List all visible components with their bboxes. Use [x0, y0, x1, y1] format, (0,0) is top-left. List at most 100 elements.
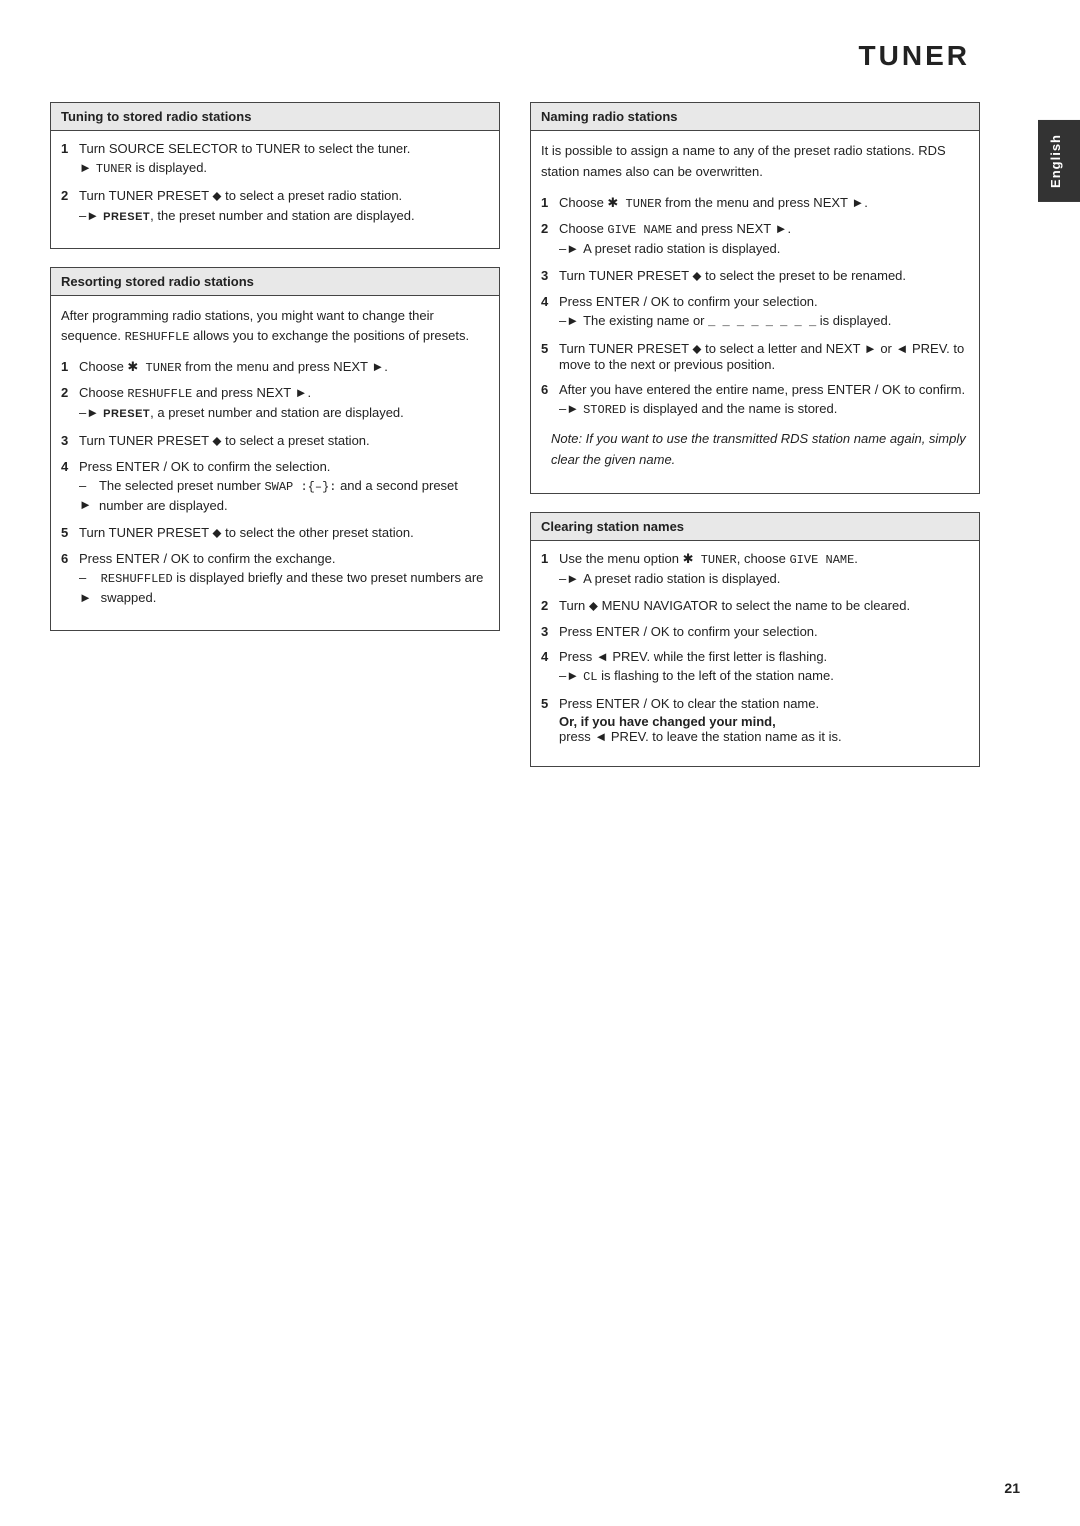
step-text: Choose RESHUFFLE and press NEXT ►. — [79, 385, 311, 400]
step-4-name: 4 Press ENTER / OK to confirm your selec… — [541, 294, 969, 331]
section-naming: Naming radio stations It is possible to … — [530, 102, 980, 494]
extra-line: press ◄ PREV. to leave the station name … — [559, 729, 969, 744]
step-result: –► The selected preset number SWAP :{–}:… — [79, 476, 489, 516]
step-num: 5 — [541, 696, 559, 711]
step-2-name: 2 Choose GIVE NAME and press NEXT ►. –► … — [541, 221, 969, 259]
step-text: Use the menu option ✱ TUNER, choose GIVE… — [559, 551, 858, 566]
step-num: 2 — [541, 598, 559, 613]
step-2-clear: 2 Turn ⬥ MENU NAVIGATOR to select the na… — [541, 598, 969, 614]
step-5-resort: 5 Turn TUNER PRESET ⬥ to select the othe… — [61, 525, 489, 541]
section-clearing: Clearing station names 1 Use the menu op… — [530, 512, 980, 768]
section-naming-content: It is possible to assign a name to any o… — [531, 131, 979, 493]
step-result: –► PRESET, a preset number and station a… — [79, 403, 489, 423]
step-result: –► PRESET, the preset number and station… — [79, 206, 489, 226]
step-content: Press ◄ PREV. while the first letter is … — [559, 649, 969, 686]
or-line: Or, if you have changed your mind, — [559, 714, 969, 729]
section-resorting-header: Resorting stored radio stations — [51, 268, 499, 296]
step-2-resort: 2 Choose RESHUFFLE and press NEXT ►. –► … — [61, 385, 489, 423]
step-num: 4 — [61, 459, 79, 474]
step-content: Turn TUNER PRESET ⬥ to select the other … — [79, 525, 489, 541]
step-content: Turn ⬥ MENU NAVIGATOR to select the name… — [559, 598, 969, 614]
page-number: 21 — [1004, 1480, 1020, 1496]
section-tuning-header: Tuning to stored radio stations — [51, 103, 499, 131]
step-num: 5 — [61, 525, 79, 540]
step-text: Turn TUNER PRESET ⬥ to select a letter a… — [559, 341, 964, 372]
step-1-tune: 1 Turn SOURCE SELECTOR to TUNER to selec… — [61, 141, 489, 178]
step-text: After you have entered the entire name, … — [559, 382, 965, 397]
step-content: Press ENTER / OK to confirm the exchange… — [79, 551, 489, 608]
step-1-clear: 1 Use the menu option ✱ TUNER, choose GI… — [541, 551, 969, 589]
step-content: Use the menu option ✱ TUNER, choose GIVE… — [559, 551, 969, 589]
step-4-resort: 4 Press ENTER / OK to confirm the select… — [61, 459, 489, 516]
step-content: Choose RESHUFFLE and press NEXT ►. –► PR… — [79, 385, 489, 423]
step-text: Turn TUNER PRESET ⬥ to select the other … — [79, 525, 414, 540]
step-result: –► CL is flashing to the left of the sta… — [559, 666, 969, 686]
step-content: Press ENTER / OK to confirm the selectio… — [79, 459, 489, 516]
step-content: Press ENTER / OK to confirm your selecti… — [559, 294, 969, 331]
step-num: 5 — [541, 341, 559, 356]
naming-note: Note: If you want to use the transmitted… — [551, 429, 969, 471]
step-content: Press ENTER / OK to clear the station na… — [559, 696, 969, 744]
step-content: Turn SOURCE SELECTOR to TUNER to select … — [79, 141, 489, 178]
step-text: Press ENTER / OK to confirm your selecti… — [559, 294, 818, 309]
step-text: Press ENTER / OK to clear the station na… — [559, 696, 819, 711]
side-tab: English — [1038, 120, 1080, 202]
step-num: 2 — [541, 221, 559, 236]
step-2-tune: 2 Turn TUNER PRESET ⬥ to select a preset… — [61, 188, 489, 226]
step-text: Press ENTER / OK to confirm your selecti… — [559, 624, 818, 639]
step-content: After you have entered the entire name, … — [559, 382, 969, 419]
step-num: 4 — [541, 649, 559, 664]
step-1-name: 1 Choose ✱ TUNER from the menu and press… — [541, 195, 969, 211]
step-6-resort: 6 Press ENTER / OK to confirm the exchan… — [61, 551, 489, 608]
step-num: 1 — [61, 141, 79, 156]
step-num: 1 — [61, 359, 79, 374]
step-6-name: 6 After you have entered the entire name… — [541, 382, 969, 419]
step-text: Press ENTER / OK to confirm the exchange… — [79, 551, 336, 566]
step-content: Press ENTER / OK to confirm your selecti… — [559, 624, 969, 639]
step-3-name: 3 Turn TUNER PRESET ⬥ to select the pres… — [541, 268, 969, 284]
step-text: Turn TUNER PRESET ⬥ to select a preset s… — [79, 433, 370, 448]
section-tuning-content: 1 Turn SOURCE SELECTOR to TUNER to selec… — [51, 131, 499, 248]
step-num: 3 — [61, 433, 79, 448]
or-bold: Or, if you have changed your mind, — [559, 714, 776, 729]
step-content: Turn TUNER PRESET ⬥ to select the preset… — [559, 268, 969, 284]
step-content: Choose ✱ TUNER from the menu and press N… — [79, 359, 489, 375]
right-column: Naming radio stations It is possible to … — [530, 102, 980, 785]
step-num: 6 — [541, 382, 559, 397]
step-text: Turn TUNER PRESET ⬥ to select a preset r… — [79, 188, 402, 203]
step-result: –► STORED is displayed and the name is s… — [559, 399, 969, 419]
step-content: Turn TUNER PRESET ⬥ to select a preset r… — [79, 188, 489, 226]
left-column: Tuning to stored radio stations 1 Turn S… — [50, 102, 500, 785]
content-columns: Tuning to stored radio stations 1 Turn S… — [50, 102, 1030, 785]
step-num: 3 — [541, 268, 559, 283]
section-clearing-header: Clearing station names — [531, 513, 979, 541]
section-resorting: Resorting stored radio stations After pr… — [50, 267, 500, 631]
step-num: 4 — [541, 294, 559, 309]
page: TUNER English Tuning to stored radio sta… — [0, 0, 1080, 1526]
step-num: 2 — [61, 385, 79, 400]
step-text: Press ◄ PREV. while the first letter is … — [559, 649, 827, 664]
step-content: Choose GIVE NAME and press NEXT ►. –► A … — [559, 221, 969, 259]
step-num: 3 — [541, 624, 559, 639]
step-4-clear: 4 Press ◄ PREV. while the first letter i… — [541, 649, 969, 686]
step-content: Turn TUNER PRESET ⬥ to select a preset s… — [79, 433, 489, 449]
page-title: TUNER — [50, 40, 1030, 72]
section-tuning: Tuning to stored radio stations 1 Turn S… — [50, 102, 500, 249]
step-3-resort: 3 Turn TUNER PRESET ⬥ to select a preset… — [61, 433, 489, 449]
section-naming-header: Naming radio stations — [531, 103, 979, 131]
step-num: 1 — [541, 551, 559, 566]
step-text: Choose ✱ TUNER from the menu and press N… — [79, 359, 388, 374]
step-5-clear: 5 Press ENTER / OK to clear the station … — [541, 696, 969, 744]
step-result: –► A preset radio station is displayed. — [559, 569, 969, 589]
resorting-intro: After programming radio stations, you mi… — [61, 306, 489, 348]
step-num: 6 — [61, 551, 79, 566]
step-text: Turn ⬥ MENU NAVIGATOR to select the name… — [559, 598, 910, 613]
step-text: Turn TUNER PRESET ⬥ to select the preset… — [559, 268, 906, 283]
step-5-name: 5 Turn TUNER PRESET ⬥ to select a letter… — [541, 341, 969, 372]
step-text: Turn SOURCE SELECTOR to TUNER to select … — [79, 141, 410, 156]
step-result: –► RESHUFFLED is displayed briefly and t… — [79, 568, 489, 608]
step-text: Choose ✱ TUNER from the menu and press N… — [559, 195, 868, 210]
step-result: –► A preset radio station is displayed. — [559, 239, 969, 259]
step-1-resort: 1 Choose ✱ TUNER from the menu and press… — [61, 359, 489, 375]
step-text: Press ENTER / OK to confirm the selectio… — [79, 459, 330, 474]
